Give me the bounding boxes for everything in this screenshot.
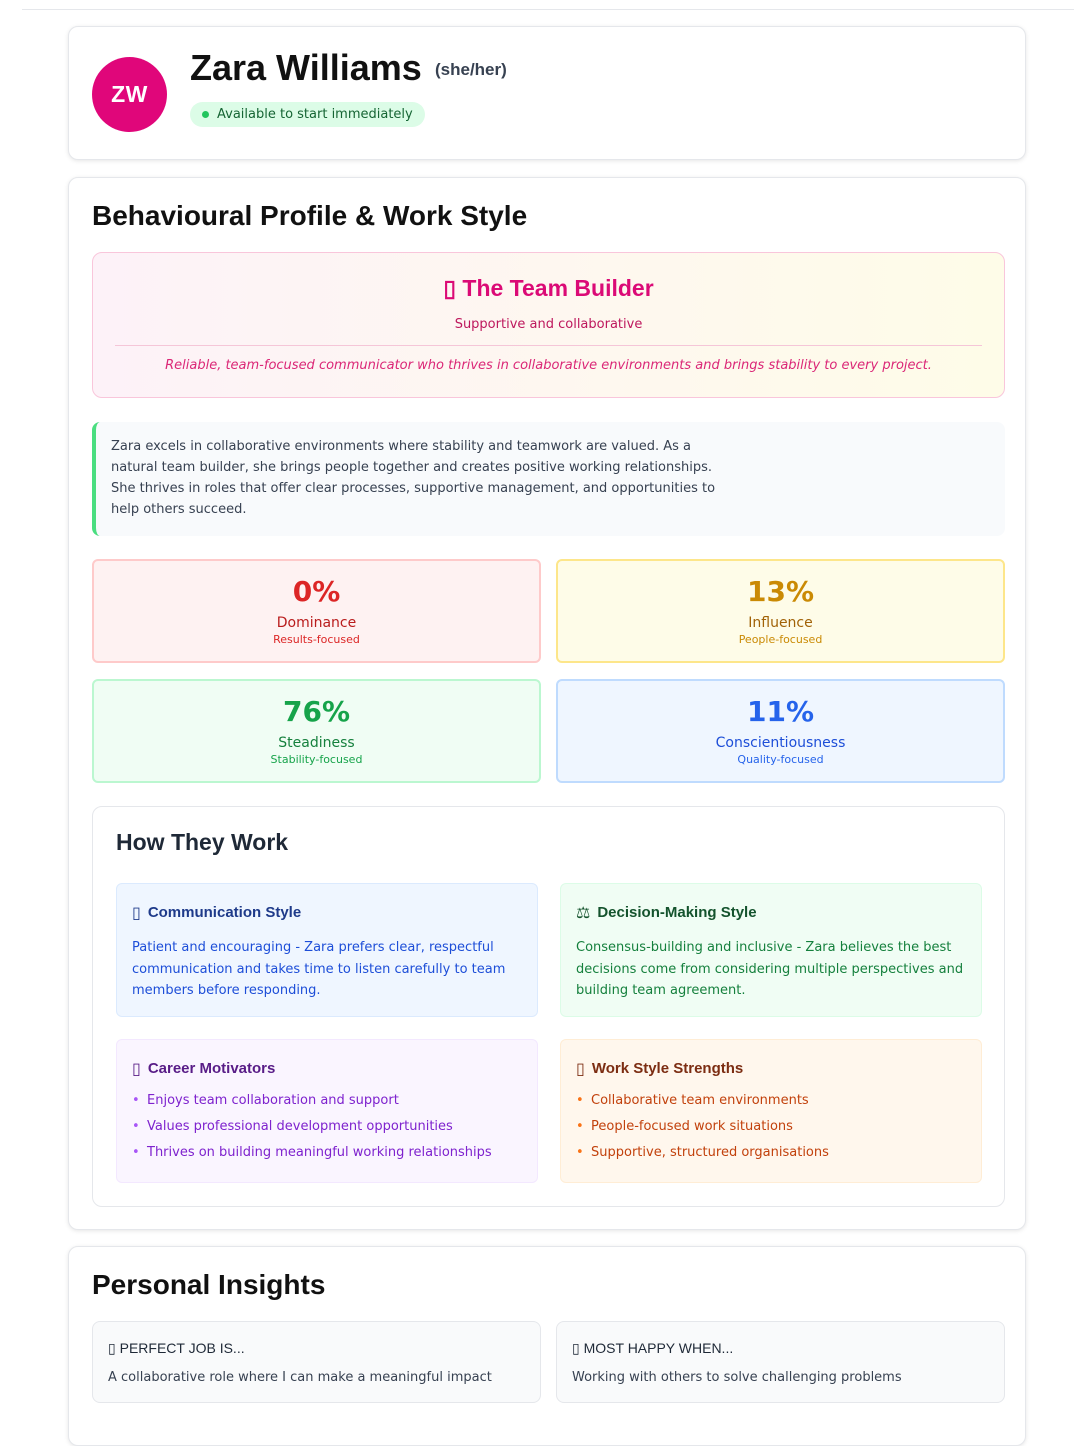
disc-percent: 13% — [746, 575, 815, 608]
work-style-strengths-card: ▯ Work Style Strengths • Collaborative te… — [560, 1039, 982, 1183]
card-text: Patient and encouraging - Zara prefers c… — [132, 940, 506, 998]
bullet-icon: • — [132, 1119, 140, 1134]
availability-badge: Available to start immediately — [190, 102, 425, 127]
card-text: Consensus-building and inclusive - Zara … — [576, 940, 964, 998]
communication-style-card: ▯ Communication Style Patient and encour… — [116, 883, 538, 1017]
scales-icon: ⚖ — [576, 903, 591, 922]
insight-card-most-happy: ▯ MOST HAPPY WHEN... Working with others… — [556, 1321, 1005, 1403]
disc-percent: 11% — [746, 695, 815, 728]
career-motivators-card: ▯ Career Motivators • Enjoys team collabo… — [116, 1039, 538, 1183]
disc-percent: 0% — [292, 575, 341, 608]
list-item-text: People-focused work situations — [591, 1119, 793, 1134]
disc-sublabel: People-focused — [738, 633, 823, 646]
disc-percent: 76% — [282, 695, 351, 728]
bullet-icon: • — [576, 1119, 584, 1134]
disc-label: Steadiness — [278, 735, 355, 751]
insight-answer: A collaborative role where I can make a … — [108, 1370, 492, 1385]
list-item-text: Thrives on building meaningful working r… — [147, 1145, 492, 1160]
strengths-list: • Collaborative team environments • People… — [576, 1093, 971, 1171]
avatar: ZW — [92, 57, 167, 132]
profile-summary: Zara excels in collaborative environment… — [92, 422, 1005, 536]
list-item-text: Values professional development opportun… — [147, 1119, 453, 1134]
bullet-icon: • — [132, 1093, 140, 1108]
list-item: • Supportive, structured organisations — [576, 1145, 971, 1171]
list-item: • People-focused work situations — [576, 1119, 971, 1145]
list-item-text: Collaborative team environments — [591, 1093, 809, 1108]
section-title: Behavioural Profile & Work Style — [92, 200, 528, 231]
missing-glyph-icon: ▯ — [132, 903, 141, 922]
decision-making-style-card: ⚖ Decision-Making Style Consensus-buildi… — [560, 883, 982, 1017]
card-heading: ⚖ Decision-Making Style — [576, 903, 757, 922]
insight-question: ▯ PERFECT JOB IS... — [108, 1340, 245, 1357]
disc-sublabel: Quality-focused — [737, 753, 824, 766]
how-they-work-panel: How They Work ▯ Communication Style Pati… — [92, 806, 1005, 1207]
personal-insights-section: Personal Insights ▯ PERFECT JOB IS... A … — [68, 1246, 1026, 1446]
bullet-icon: • — [576, 1093, 584, 1108]
profile-summary-text: Zara excels in collaborative environment… — [111, 439, 716, 517]
pronouns: (she/her) — [435, 60, 507, 79]
section-title: Personal Insights — [92, 1269, 326, 1300]
divider — [115, 345, 982, 346]
disc-label: Influence — [748, 615, 813, 631]
disc-steadiness-card: 76% Steadiness Stability-focused — [92, 679, 541, 783]
card-heading: ▯ Work Style Strengths — [576, 1059, 743, 1078]
disc-sublabel: Stability-focused — [270, 753, 363, 766]
card-heading: ▯ Communication Style — [132, 903, 301, 922]
profile-header: ZW Zara Williams (she/her) Available to … — [68, 26, 1026, 160]
profile-type-title: ▯ The Team Builder — [93, 275, 1004, 302]
insight-question-text: PERFECT JOB IS... — [119, 1340, 245, 1356]
missing-glyph-icon: ▯ — [572, 1340, 580, 1356]
disc-conscientiousness-card: 11% Conscientiousness Quality-focused — [556, 679, 1005, 783]
profile-type-subtitle: Supportive and collaborative — [454, 317, 643, 332]
avatar-initials: ZW — [111, 81, 148, 107]
card-title: Decision-Making Style — [597, 904, 757, 921]
insight-answer: Working with others to solve challenging… — [572, 1370, 902, 1385]
disc-dominance-card: 0% Dominance Results-focused — [92, 559, 541, 663]
insight-card-perfect-job: ▯ PERFECT JOB IS... A collaborative role… — [92, 1321, 541, 1403]
card-title: Communication Style — [147, 904, 302, 921]
how-they-work-title: How They Work — [116, 829, 289, 855]
insight-question-text: MOST HAPPY WHEN... — [583, 1340, 734, 1356]
disc-label: Dominance — [276, 615, 357, 631]
insight-question: ▯ MOST HAPPY WHEN... — [572, 1340, 733, 1357]
list-item: • Thrives on building meaningful working … — [132, 1145, 527, 1171]
missing-glyph-icon: ▯ — [576, 1059, 585, 1078]
disc-sublabel: Results-focused — [273, 633, 360, 646]
profile-type-name: The Team Builder — [462, 275, 654, 301]
card-heading: ▯ Career Motivators — [132, 1059, 275, 1078]
card-title: Career Motivators — [147, 1060, 276, 1077]
disc-label: Conscientiousness — [715, 735, 846, 751]
status-dot-icon — [202, 111, 209, 118]
list-item: • Values professional development opportu… — [132, 1119, 527, 1145]
card-title: Work Style Strengths — [591, 1060, 744, 1077]
profile-type-banner: ▯ The Team Builder Supportive and collab… — [92, 252, 1005, 398]
profile-type-description: Reliable, team-focused communicator who … — [165, 358, 932, 373]
motivators-list: • Enjoys team collaboration and support •… — [132, 1093, 527, 1171]
availability-text: Available to start immediately — [217, 107, 413, 122]
missing-glyph-icon: ▯ — [443, 275, 456, 301]
bullet-icon: • — [576, 1145, 584, 1160]
candidate-name: Zara Williams — [190, 47, 422, 88]
list-item-text: Supportive, structured organisations — [591, 1145, 829, 1160]
list-item-text: Enjoys team collaboration and support — [147, 1093, 399, 1108]
top-divider — [22, 9, 1074, 10]
disc-influence-card: 13% Influence People-focused — [556, 559, 1005, 663]
bullet-icon: • — [132, 1145, 140, 1160]
list-item: • Enjoys team collaboration and support — [132, 1093, 527, 1119]
behavioural-profile-section: Behavioural Profile & Work Style ▯ The T… — [68, 177, 1026, 1230]
missing-glyph-icon: ▯ — [108, 1340, 116, 1356]
missing-glyph-icon: ▯ — [132, 1059, 141, 1078]
list-item: • Collaborative team environments — [576, 1093, 971, 1119]
